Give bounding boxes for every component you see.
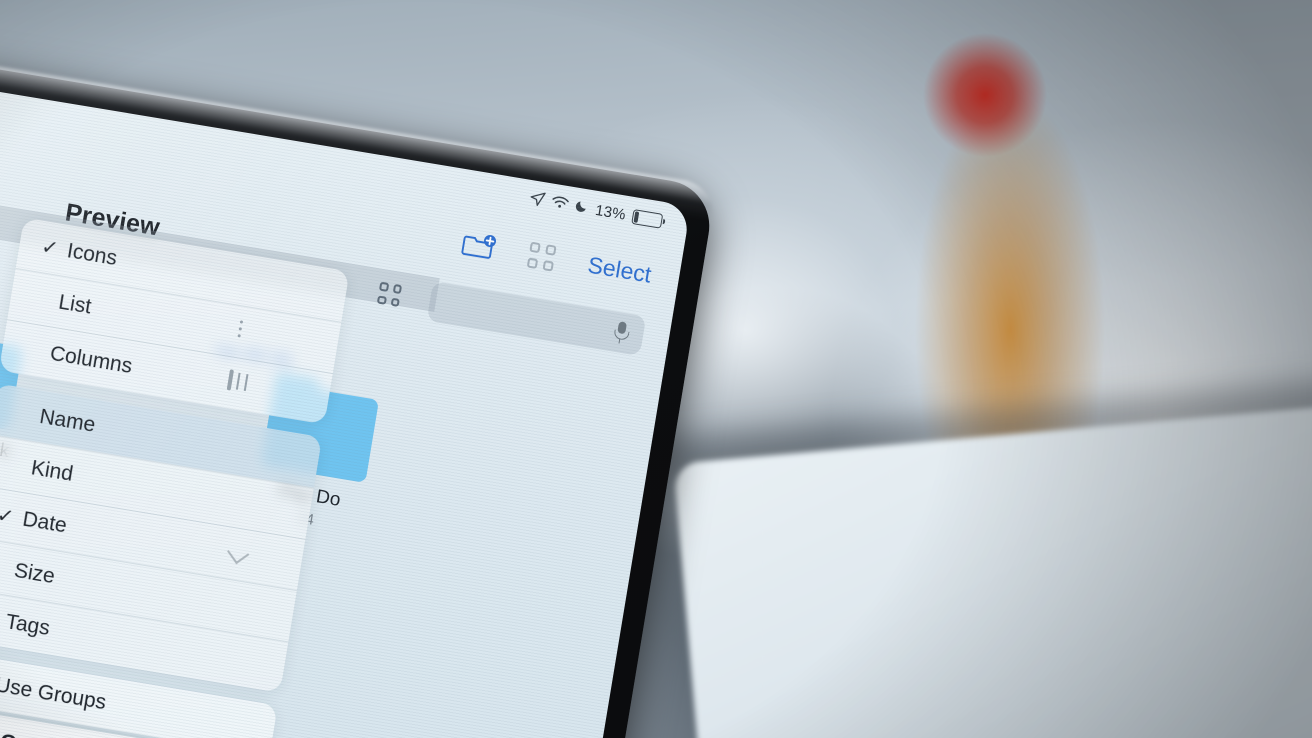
checkmark-placeholder [14,412,40,416]
menu-item-label: Date [21,507,69,538]
new-folder-icon[interactable] [460,230,498,263]
sort-by-group: Name Kind ✓ Date Size Tags [0,383,323,693]
menu-item-label: Group By [0,729,97,738]
photo-scene: 13% Preview Select Do ✓ Icons List Colum… [0,0,1312,738]
menu-item-label: Kind [29,455,75,486]
grid-icon[interactable] [376,281,403,307]
battery-percent-label: 13% [593,201,627,224]
checkmark-placeholder [25,349,51,353]
grid-view-icon[interactable] [526,241,557,272]
battery-icon [631,209,664,229]
checkmark-placeholder [0,566,14,570]
menu-item-label: Size [12,558,57,588]
select-button[interactable]: Select [586,251,653,288]
nav-actions: Select [460,230,654,289]
menu-item-label: Columns [48,341,135,378]
checkmark-placeholder [33,298,59,302]
wifi-icon [551,195,571,215]
menu-item-label: Use Groups [0,672,108,714]
menu-item-label: Icons [65,238,119,270]
checkmark-placeholder [6,463,32,467]
menu-item-label: List [56,290,93,319]
menu-item-label: Tags [4,609,52,640]
microphone-icon[interactable] [613,321,630,345]
chevron-down-icon [227,541,250,567]
menu-item-label: Name [38,404,98,437]
moon-icon [574,199,590,218]
location-arrow-icon [529,190,547,211]
